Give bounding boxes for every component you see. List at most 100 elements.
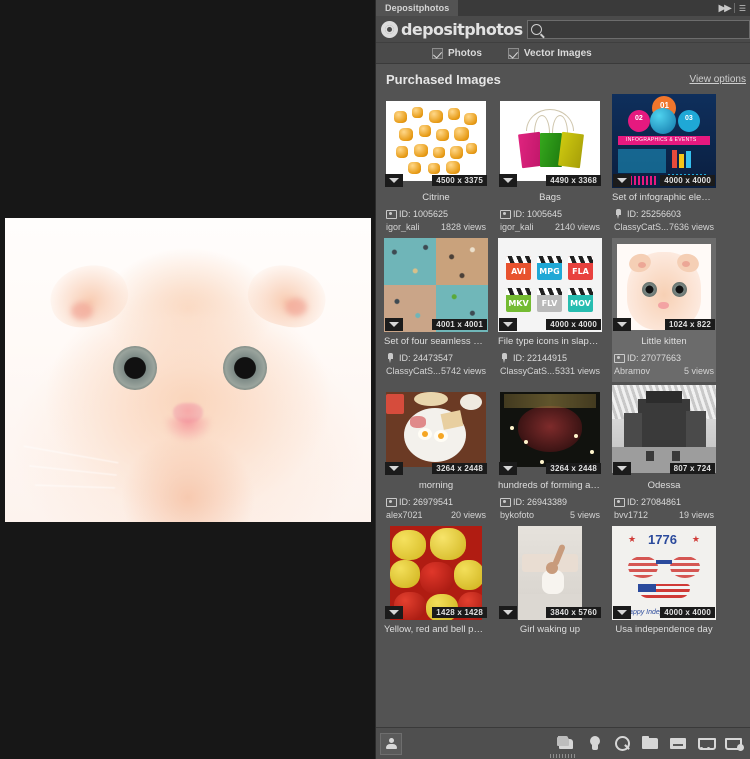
item-title[interactable]: Yellow, red and bell pepper [384,624,488,635]
grid-item[interactable]: 807 x 724 Odessa ID: 27084861 bvv1712 19… [612,382,716,526]
dimensions-badge: 1428 x 1428 [432,606,487,618]
item-views: 5742 views [440,366,486,376]
grid-row: 4500 x 3375 Citrine ID: 1005625 igor_kal… [380,94,746,238]
search-icon[interactable] [613,735,632,752]
thumbnail-overlay: 3264 x 2448 [384,460,488,476]
panel-bottom-toolbar [376,727,750,759]
filter-vector-images[interactable]: Vector Images [507,47,592,59]
chevron-down-icon[interactable] [385,461,403,475]
resize-grip[interactable] [550,754,576,758]
thumbnail-overlay: 4500 x 3375 [384,172,488,188]
citrine-artwork [386,101,486,181]
item-author[interactable]: alex7021 [386,510,423,520]
user-account-button[interactable] [380,732,402,755]
grid-item[interactable]: 1428 x 1428 Yellow, red and bell pepper [384,526,488,641]
item-title[interactable]: morning [384,480,488,491]
item-author[interactable]: ClassyCatS... [614,222,669,232]
collapse-panel-icon[interactable]: ▶▶ [718,3,731,14]
item-views: 5 views [569,510,600,520]
chevron-down-icon[interactable] [499,173,517,187]
kitten-eye-left [113,346,157,390]
grid-item[interactable]: 4001 x 4001 Set of four seamless bac... … [384,238,488,382]
chevron-down-icon[interactable] [613,461,631,475]
grid-item[interactable]: 01 02 03 INFOGRAPHICS & EVENTS 4000 x 40… [612,94,716,238]
item-views: 5 views [683,366,714,376]
item-title[interactable]: Little kitten [612,336,716,347]
crowd-heart-artwork [500,391,600,467]
photo-type-icon [614,352,625,363]
item-credit: Abramov 5 views [612,366,716,376]
grid-item[interactable]: 4500 x 3375 Citrine ID: 1005625 igor_kal… [384,94,488,238]
item-title[interactable]: Citrine [384,192,488,203]
checkbox-vector-images[interactable] [507,47,519,59]
document-canvas[interactable] [0,0,375,759]
image-grid[interactable]: 4500 x 3375 Citrine ID: 1005625 igor_kal… [376,94,750,727]
thumbnail-overlay: 4001 x 4001 [384,316,488,332]
document-image[interactable] [5,218,371,522]
thumbnail-overlay: 4000 x 4000 [612,604,716,620]
item-author[interactable]: bvv1712 [614,510,648,520]
cart-download-icon[interactable] [725,735,744,752]
view-options-link[interactable]: View options [689,74,746,85]
item-title[interactable]: hundreds of forming a h.. [498,480,602,491]
item-author[interactable]: igor_kali [500,222,534,232]
item-meta: ID: 26943389 [498,496,602,507]
filter-bar: Photos Vector Images [376,43,750,64]
chevron-down-icon[interactable] [613,317,631,331]
dimensions-badge: 3264 x 2448 [432,462,487,474]
folder-icon[interactable] [641,735,660,752]
chevron-down-icon[interactable] [613,173,631,187]
item-meta: ID: 24473547 [384,352,488,363]
item-id: ID: 24473547 [399,352,454,363]
grid-item[interactable]: AVI MPG FLA MKV FLV MOV 4000 x 4000 File… [498,238,602,382]
chevron-down-icon[interactable] [499,605,517,619]
item-author[interactable]: igor_kali [386,222,420,232]
item-meta: ID: 25256603 [612,208,716,219]
grid-item-selected[interactable]: 1024 x 822 Little kitten ID: 27077663 Ab… [612,238,716,382]
chevron-down-icon[interactable] [385,605,403,619]
tab-depositphotos[interactable]: Depositphotos [376,0,459,16]
item-title[interactable]: Usa independence day [612,624,716,635]
grid-item[interactable]: 3264 x 2448 morning ID: 26979541 alex702… [384,382,488,526]
item-title[interactable]: Set of infographic eleme... [612,192,716,203]
item-title[interactable]: Bags [498,192,602,203]
chevron-down-icon[interactable] [613,605,631,619]
folder-lines-icon[interactable] [669,735,688,752]
dimensions-badge: 1024 x 822 [664,318,715,330]
cart-icon[interactable] [697,735,716,752]
grid-row: 4001 x 4001 Set of four seamless bac... … [380,238,746,382]
chevron-down-icon[interactable] [499,461,517,475]
item-title[interactable]: Odessa [612,480,716,491]
chevron-down-icon[interactable] [385,317,403,331]
filter-photos[interactable]: Photos [432,47,482,59]
toolbar-actions [557,735,746,752]
search-field[interactable] [526,19,750,39]
lightbulb-icon[interactable] [585,735,604,752]
thumbnail-overlay: 4000 x 4000 [498,316,602,332]
grid-item[interactable]: 3840 x 5760 Girl waking up [498,526,602,641]
item-title[interactable]: Girl waking up [498,624,602,635]
item-meta: ID: 22144915 [498,352,602,363]
item-author[interactable]: Abramov [614,366,650,376]
item-author[interactable]: ClassyCatS... [500,366,555,376]
chevron-down-icon[interactable] [385,173,403,187]
item-author[interactable]: bykofoto [500,510,534,520]
search-input[interactable] [541,23,749,35]
kitten-eye-right [223,346,267,390]
checkbox-photos[interactable] [432,47,443,59]
item-author[interactable]: ClassyCatS... [386,366,441,376]
chevron-down-icon[interactable] [499,317,517,331]
section-header: Purchased Images View options [376,64,750,94]
grid-item[interactable]: ★ 1776 ★ Happy Independence Day [612,526,716,641]
item-title[interactable]: Set of four seamless bac... [384,336,488,347]
item-title[interactable]: File type icons in slapstic... [498,336,602,347]
folders-icon[interactable] [557,735,576,752]
panel-menu-icon[interactable]: ☰ [739,4,746,13]
item-credit: igor_kali 1828 views [384,222,488,232]
filter-vector-images-label: Vector Images [523,47,592,59]
grid-item[interactable]: 3264 x 2448 hundreds of forming a h.. ID… [498,382,602,526]
grid-item[interactable]: 4490 x 3368 Bags ID: 1005645 igor_kali 2… [498,94,602,238]
thumbnail-overlay: 3840 x 5760 [498,604,602,620]
depositphotos-panel: Depositphotos ▶▶ ☰ depositphotos Photos [375,0,750,759]
item-credit: bykofoto 5 views [498,510,602,520]
